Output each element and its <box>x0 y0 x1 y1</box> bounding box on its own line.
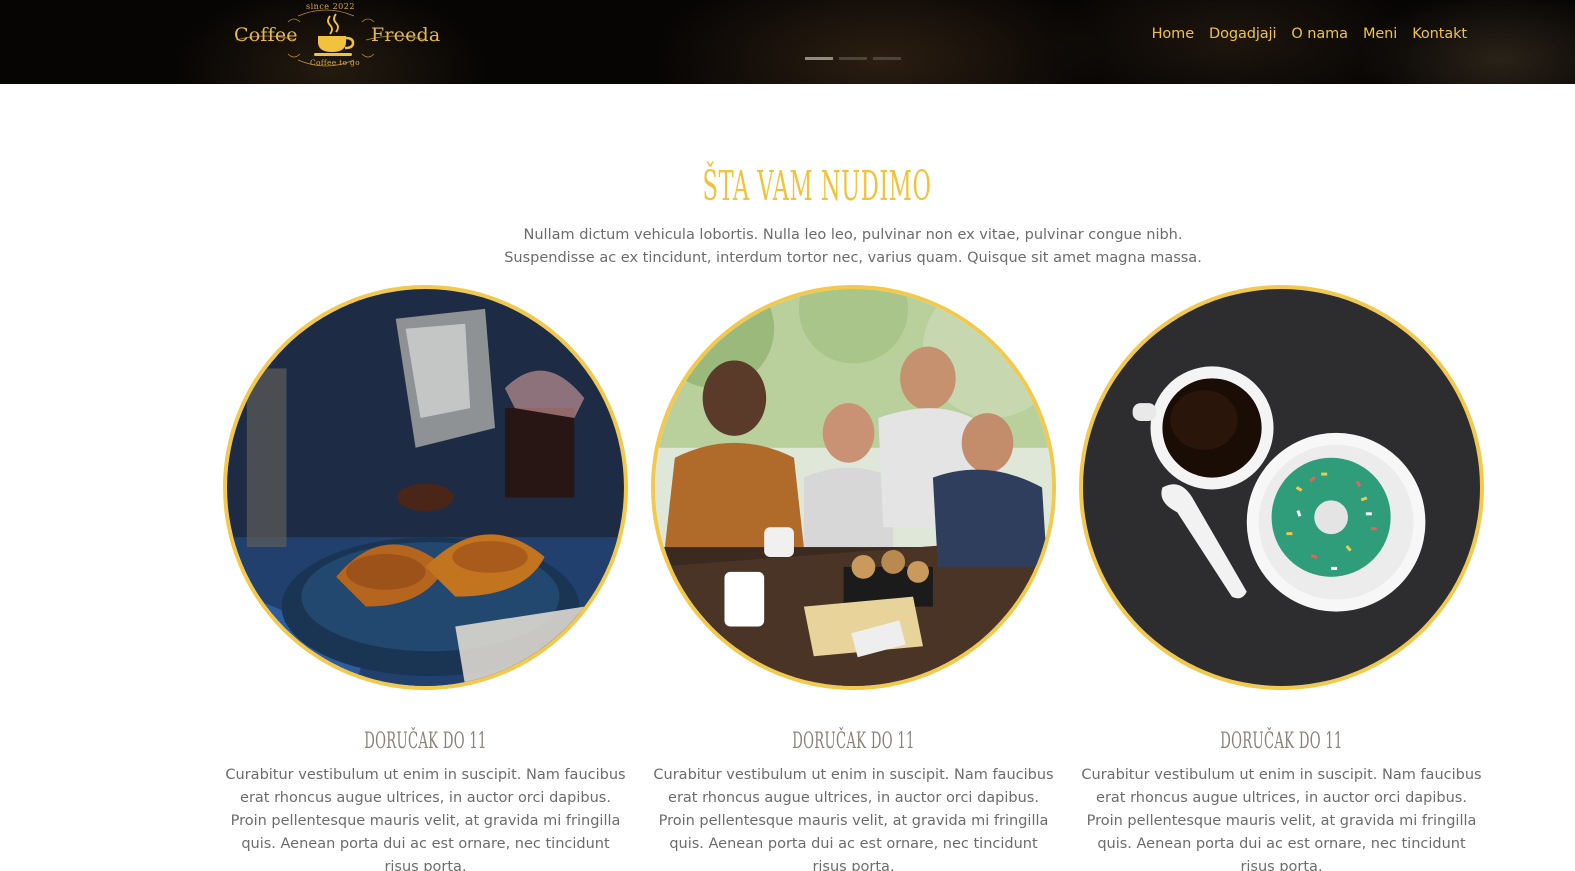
offer-card-text: Curabitur vestibulum ut enim in suscipit… <box>653 767 1054 871</box>
slider-dot-2[interactable] <box>839 57 867 60</box>
hero-slider-indicators <box>805 57 901 60</box>
coffee-and-donut-photo <box>1079 285 1484 690</box>
nav-link-meni[interactable]: Meni <box>1363 26 1397 42</box>
offer-card-title: Doručak do 11 <box>1220 729 1343 754</box>
logo-word-left: Coffee <box>234 24 298 46</box>
nav-link-home[interactable]: Home <box>1152 26 1195 42</box>
section-title: Šta vam nudimo <box>702 162 932 210</box>
croissants-coffee-pot-photo <box>223 285 628 690</box>
logo-since-text: since 2022 <box>306 2 355 11</box>
slider-dot-3[interactable] <box>873 57 901 60</box>
logo-word-right: Freeda <box>371 24 441 46</box>
main-navigation: Home Dogadjaji O nama Meni Kontakt <box>1152 26 1468 42</box>
site-logo[interactable]: since 2022 Coffee Freeda Coffee to go <box>226 2 440 72</box>
section-intro: Nullam dictum vehicula lobortis. Nulla l… <box>0 224 1575 270</box>
logo-tagline: Coffee to go <box>310 58 360 67</box>
offer-card-title: Doručak do 11 <box>792 729 915 754</box>
offer-card: Doručak do 11 Curabitur vestibulum ut en… <box>223 285 628 871</box>
section-intro-line-1: Nullam dictum vehicula lobortis. Nulla l… <box>523 227 1183 243</box>
offer-card-title: Doručak do 11 <box>364 729 487 754</box>
coffee-cup-icon <box>314 13 355 56</box>
offer-card-text: Curabitur vestibulum ut enim in suscipit… <box>225 767 626 871</box>
site-header: since 2022 Coffee Freeda Coffee to go Ho… <box>0 0 1575 84</box>
offer-cards: Doručak do 11 Curabitur vestibulum ut en… <box>0 285 1575 871</box>
offer-card: Doručak do 11 Curabitur vestibulum ut en… <box>651 285 1056 871</box>
nav-link-dogadjaji[interactable]: Dogadjaji <box>1209 26 1277 42</box>
offer-card: Doručak do 11 Curabitur vestibulum ut en… <box>1079 285 1484 871</box>
slider-dot-1[interactable] <box>805 57 833 60</box>
friends-at-cafe-photo <box>651 285 1056 690</box>
offer-card-text: Curabitur vestibulum ut enim in suscipit… <box>1081 767 1482 871</box>
nav-link-kontakt[interactable]: Kontakt <box>1412 26 1467 42</box>
section-intro-line-2: Suspendisse ac ex tincidunt, interdum to… <box>504 250 1202 266</box>
nav-link-o-nama[interactable]: O nama <box>1291 26 1348 42</box>
